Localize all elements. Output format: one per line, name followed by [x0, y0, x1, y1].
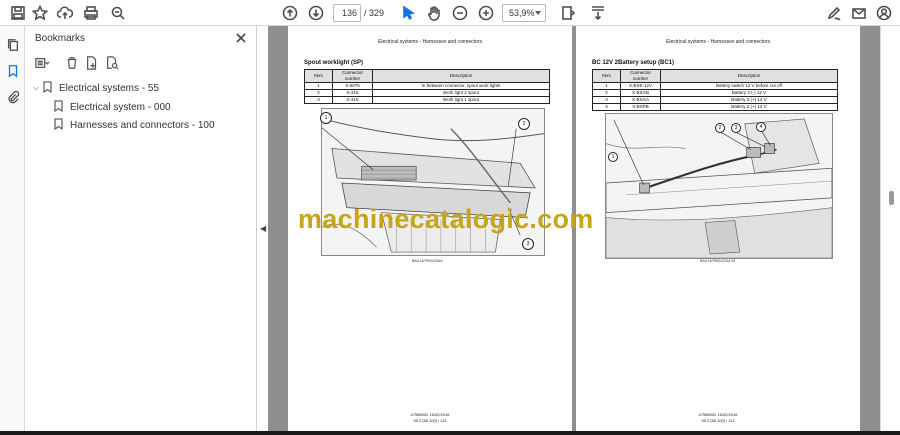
section-title: BC 12V 2Battery setup (BC1) [592, 60, 675, 66]
new-bookmark-icon[interactable] [83, 54, 101, 72]
column-header: Connector number [620, 69, 661, 83]
bookmark-electrical-systems[interactable]: ⌵ Electrical systems - 55 [33, 80, 159, 96]
battery-setup-drawing [605, 113, 833, 259]
copy-pages-icon[interactable] [4, 36, 21, 53]
bookmark-electrical-system[interactable]: Electrical system - 000 [54, 99, 171, 115]
previous-page-icon[interactable] [280, 3, 300, 23]
close-icon[interactable] [235, 31, 249, 45]
zoom-in-icon[interactable] [476, 3, 496, 23]
delete-icon[interactable] [63, 54, 81, 72]
bookmark-flag-icon [43, 80, 52, 96]
column-header: Description [660, 69, 838, 83]
page-header: Electrical systems - Harnesses and conne… [666, 39, 770, 45]
footer-code: 47585502 16/02/2016 [698, 412, 738, 417]
next-page-icon[interactable] [306, 3, 326, 23]
page-header: Electrical systems - Harnesses and conne… [378, 39, 482, 45]
bookmark-icon[interactable] [4, 62, 21, 79]
table-row: 1 X-5075 In between connector, spout work … [304, 82, 550, 90]
scrollbar-thumb[interactable] [889, 191, 894, 205]
table-row: 3 X-BSGA Battery 3 (+) 12 V [592, 96, 838, 104]
bookmark-label: Harnesses and connectors - 100 [70, 119, 215, 131]
figure-code: BAIL14FR00420AA [412, 259, 443, 263]
save-icon[interactable] [8, 3, 28, 23]
chevron-down-icon[interactable]: ⌵ [33, 83, 43, 93]
callout-marker: 1 [608, 152, 618, 162]
zoom-level-dropdown[interactable]: 53,9% [502, 4, 546, 22]
section-title: Spout worklight (SP) [304, 60, 363, 66]
callout-marker: 2 [715, 123, 725, 133]
zoom-level-value: 53,9% [509, 8, 535, 18]
connector-table: Item Connector number Description 1 X-BSE… [592, 69, 838, 111]
bookmark-label: Electrical system - 000 [70, 101, 171, 113]
find-bookmark-icon[interactable] [103, 54, 121, 72]
bookmark-tools [33, 54, 243, 72]
column-header: Description [372, 69, 550, 83]
print-icon[interactable] [81, 3, 101, 23]
table-row: 1 X-BSE-12V Battery switch 12 V before cut… [592, 82, 838, 90]
page-total: / 329 [364, 8, 385, 18]
callout-marker: 3 [731, 123, 741, 133]
mail-icon[interactable] [849, 3, 869, 23]
options-menu-icon[interactable] [33, 54, 51, 72]
vertical-scrollbar[interactable] [880, 26, 900, 435]
bookmarks-panel: Bookmarks ⌵ Electrical systems - 55 Elec… [25, 26, 257, 435]
table-row: 2 X-318 Work light 2 spout [304, 89, 550, 97]
bookmark-label: Electrical systems - 55 [59, 82, 160, 94]
table-row: 3 X-319 Work light 1 spout [304, 96, 550, 104]
navigation-rail [0, 26, 25, 435]
watermark-text: machinecatalogic.com [298, 204, 594, 234]
bookmark-flag-icon [54, 99, 63, 115]
page-number-input[interactable]: 136 [333, 4, 361, 22]
bookmark-harnesses-connectors[interactable]: Harnesses and connectors - 100 [54, 117, 215, 133]
callout-marker: 4 [756, 122, 766, 132]
edit-sign-icon[interactable] [824, 3, 844, 23]
footer-page: 55.2 [55.100] / 112 [413, 418, 447, 423]
callout-marker: 2 [518, 118, 530, 130]
upload-cloud-icon[interactable] [55, 3, 75, 23]
scroll-mode-icon[interactable] [588, 3, 608, 23]
select-cursor-icon[interactable] [398, 3, 418, 23]
zoom-out-icon[interactable] [450, 3, 470, 23]
pdf-page-right: Electrical systems - Harnesses and conne… [576, 26, 860, 435]
table-row: 4 X-BSPB Battery 2 (+) 12 V [592, 103, 838, 111]
account-icon[interactable] [874, 3, 894, 23]
attachment-icon[interactable] [4, 88, 21, 105]
figure-code: BAIL14FR00422AA 02 [700, 259, 736, 263]
page-fit-icon[interactable] [558, 3, 578, 23]
hand-tool-icon[interactable] [424, 3, 444, 23]
column-header: Connector number [332, 69, 373, 83]
footer-code: 47585502 16/02/2016 [410, 412, 450, 417]
star-icon[interactable] [30, 3, 50, 23]
zoom-search-icon[interactable] [108, 3, 128, 23]
footer-page: 55.2 [55.100] / 113 [701, 418, 735, 423]
collapse-panel-icon[interactable]: ◀ [260, 224, 266, 233]
callout-marker: 3 [522, 238, 534, 250]
chevron-down-icon [535, 11, 541, 15]
bookmark-flag-icon [54, 117, 63, 133]
column-header: Item [304, 69, 333, 83]
connector-table: Item Connector number Description 1 X-507… [304, 69, 550, 104]
callout-marker: 1 [320, 112, 332, 124]
main-toolbar: 136 / 329 53,9% [0, 0, 900, 26]
column-header: Item [592, 69, 621, 83]
table-row: 2 X-BSGB Battery 3 (-) 12 V [592, 89, 838, 97]
taskbar-strip [0, 431, 900, 435]
bookmarks-title: Bookmarks [35, 33, 86, 44]
